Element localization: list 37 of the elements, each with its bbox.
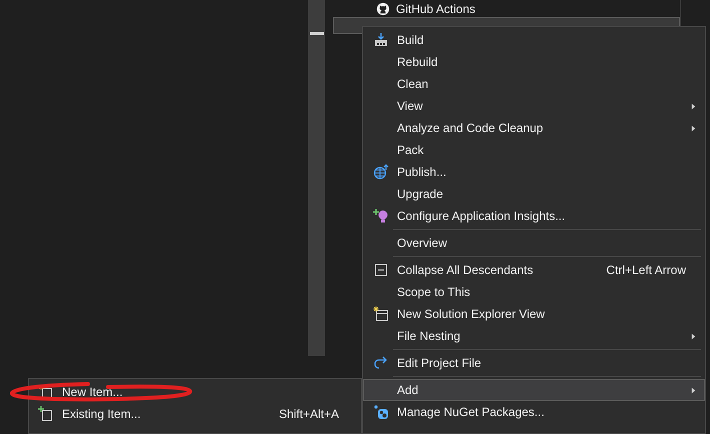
add-existing-item-icon: [38, 406, 54, 422]
submenu-arrow-icon: [689, 386, 698, 394]
tree-row[interactable]: GitHub Actions: [333, 0, 680, 17]
menu-item[interactable]: Collapse All Descendants Ctrl+Left Arrow: [363, 259, 705, 281]
window-sparkle-icon: [372, 306, 388, 322]
menu-item[interactable]: Existing Item... Shift+Alt+A: [29, 403, 361, 425]
menu-item[interactable]: New Item...: [29, 381, 361, 403]
redo-arrow-icon: [372, 355, 388, 371]
menu-item[interactable]: Clean: [363, 73, 705, 95]
shortcut-label: Ctrl+Left Arrow: [606, 262, 686, 279]
menu-item[interactable]: Add: [363, 379, 705, 401]
menu-item[interactable]: Manage NuGet Packages...: [363, 401, 705, 423]
menu-item[interactable]: Rebuild: [363, 51, 705, 73]
nuget-icon: [372, 404, 388, 420]
menu-item[interactable]: Edit Project File: [363, 352, 705, 374]
shortcut-label: Shift+Alt+A: [278, 406, 339, 423]
globe-icon: [372, 164, 388, 180]
lightbulb-plus-icon: [372, 208, 388, 224]
menu-item[interactable]: New Solution Explorer View: [363, 303, 705, 325]
menu-item[interactable]: Publish...: [363, 161, 705, 183]
menu-item[interactable]: Build: [363, 29, 705, 51]
menu-item[interactable]: File Nesting: [363, 325, 705, 347]
build-icon: [372, 32, 388, 48]
tree-item-label: GitHub Actions: [396, 0, 476, 18]
submenu-arrow-icon: [689, 102, 698, 110]
menu-item[interactable]: Analyze and Code Cleanup: [363, 117, 705, 139]
menu-item[interactable]: Upgrade: [363, 183, 705, 205]
menu-item[interactable]: Configure Application Insights...: [363, 205, 705, 227]
menu-item[interactable]: View: [363, 95, 705, 117]
submenu-arrow-icon: [689, 124, 698, 132]
submenu-arrow-icon: [689, 332, 698, 340]
scrollbar[interactable]: [308, 0, 325, 356]
menu-item[interactable]: Overview: [363, 232, 705, 254]
scroll-position-marker: [310, 32, 324, 35]
collapse-icon: [372, 262, 388, 278]
menu-item[interactable]: Scope to This: [363, 281, 705, 303]
menu-item[interactable]: Pack: [363, 139, 705, 161]
